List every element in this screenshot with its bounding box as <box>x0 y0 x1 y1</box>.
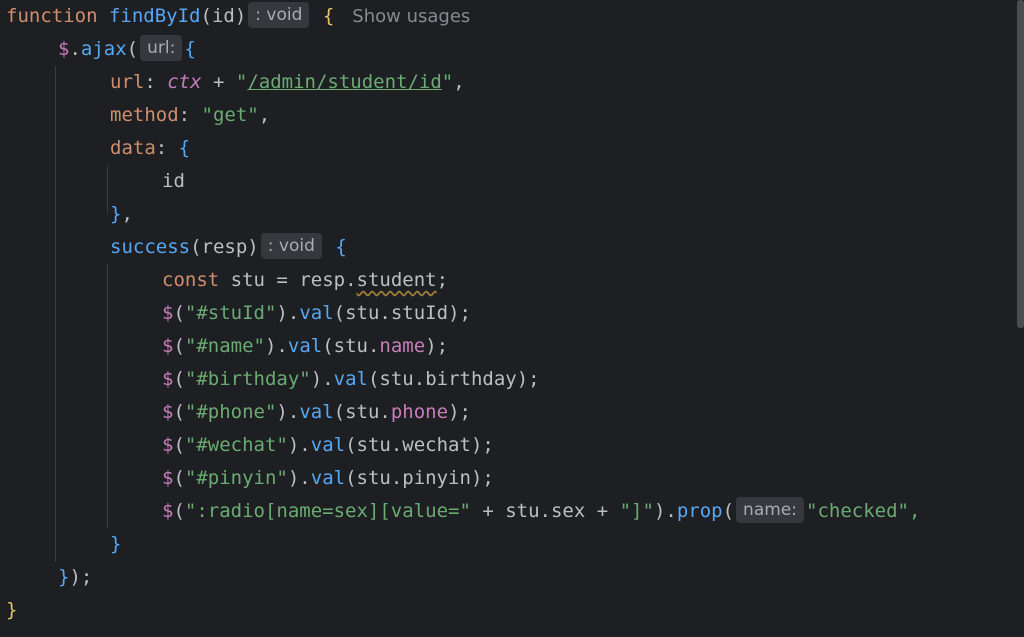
selector-string: "]" <box>619 500 654 522</box>
code-line-1: function findById(id): void {Show usages <box>6 0 470 33</box>
arg-object: stu. <box>345 401 391 423</box>
method-name: val <box>310 467 346 489</box>
success-key: success <box>110 236 191 258</box>
keyword: const <box>162 269 220 291</box>
code-line-5: data: { <box>110 137 191 159</box>
data-value: id <box>162 170 185 192</box>
param-hint-url: url: <box>140 35 183 61</box>
concat: + stu.sex + <box>470 500 620 522</box>
object-key: url <box>110 71 145 93</box>
code-line-val-4: $("#phone").val(stu.phone); <box>162 401 471 423</box>
code-line-9: const stu = resp.student; <box>162 269 449 291</box>
selector-string: "#name" <box>184 335 265 357</box>
arg-prop: birthday <box>425 368 517 390</box>
code-line-6: id <box>162 165 185 198</box>
student-prop: student <box>356 269 437 291</box>
code-line-16: $(":radio[name=sex][value=" + stu.sex + … <box>162 495 920 528</box>
method-name: val <box>299 302 334 324</box>
method-string: "get" <box>201 104 259 126</box>
indent-guide <box>107 165 108 213</box>
code-editor[interactable]: function findById(id): void {Show usages… <box>0 0 1024 637</box>
code-line-val-5: $("#wechat").val(stu.wechat); <box>162 434 494 456</box>
code-line-19: } <box>6 599 18 621</box>
object-key: method <box>110 104 179 126</box>
method-name: prop <box>676 500 723 522</box>
method-name: val <box>310 434 346 456</box>
code-line-val-3: $("#birthday").val(stu.birthday); <box>162 368 540 390</box>
selector-string: "#phone" <box>184 401 277 423</box>
arg-object: stu. <box>379 368 426 390</box>
arg-prop: pinyin <box>402 467 471 489</box>
code-line-val-1: $("#stuId").val(stu.stuId); <box>162 302 471 324</box>
selector-string: "#pinyin" <box>184 467 288 489</box>
arg-object: stu. <box>333 335 380 357</box>
url-string[interactable]: /admin/student/id <box>247 71 441 93</box>
show-usages-link[interactable]: Show usages <box>352 6 470 27</box>
ctx-variable: ctx <box>167 71 202 93</box>
code-line-18: }); <box>58 566 93 588</box>
vertical-scrollbar[interactable] <box>1017 0 1024 328</box>
selector-string: "#stuId" <box>184 302 277 324</box>
keyword: function <box>6 5 98 27</box>
param: resp <box>201 236 248 258</box>
method-name: val <box>299 401 334 423</box>
code-line-7: }, <box>110 203 133 225</box>
param-hint-name: name: <box>736 497 804 523</box>
arg-object: stu. <box>356 434 403 456</box>
resp-ref: resp. <box>299 269 357 291</box>
code-line-17: } <box>110 533 122 555</box>
code-line-4: method: "get", <box>110 104 271 126</box>
code-line-2: $.ajax(url:{ <box>58 33 196 66</box>
type-hint: : void <box>260 233 322 259</box>
indent-guide <box>107 264 108 528</box>
code-line-3: url: ctx + "/admin/student/id", <box>110 71 465 93</box>
checked-string: "checked", <box>806 500 921 522</box>
arg-object: stu. <box>345 302 391 324</box>
selector-string: "#birthday" <box>184 368 311 390</box>
code-line-val-6: $("#pinyin").val(stu.pinyin); <box>162 467 494 489</box>
arg-prop: name <box>379 335 426 357</box>
param: id <box>211 5 235 27</box>
method-name: val <box>287 335 323 357</box>
arg-prop: wechat <box>402 434 471 456</box>
arg-prop: phone <box>390 401 449 423</box>
selector-string: ":radio[name=sex][value=" <box>184 500 471 522</box>
selector-string: "#wechat" <box>184 434 288 456</box>
variable: stu <box>230 269 265 291</box>
type-hint: : void <box>248 2 310 28</box>
code-line-8: success(resp): void { <box>110 231 347 264</box>
indent-guide <box>55 66 56 562</box>
arg-object: stu. <box>356 467 403 489</box>
code-line-val-2: $("#name").val(stu.name); <box>162 335 449 357</box>
object-key: data <box>110 137 156 159</box>
method-name: val <box>333 368 368 390</box>
arg-prop: stuId <box>390 302 449 324</box>
function-name: findById <box>108 5 201 27</box>
